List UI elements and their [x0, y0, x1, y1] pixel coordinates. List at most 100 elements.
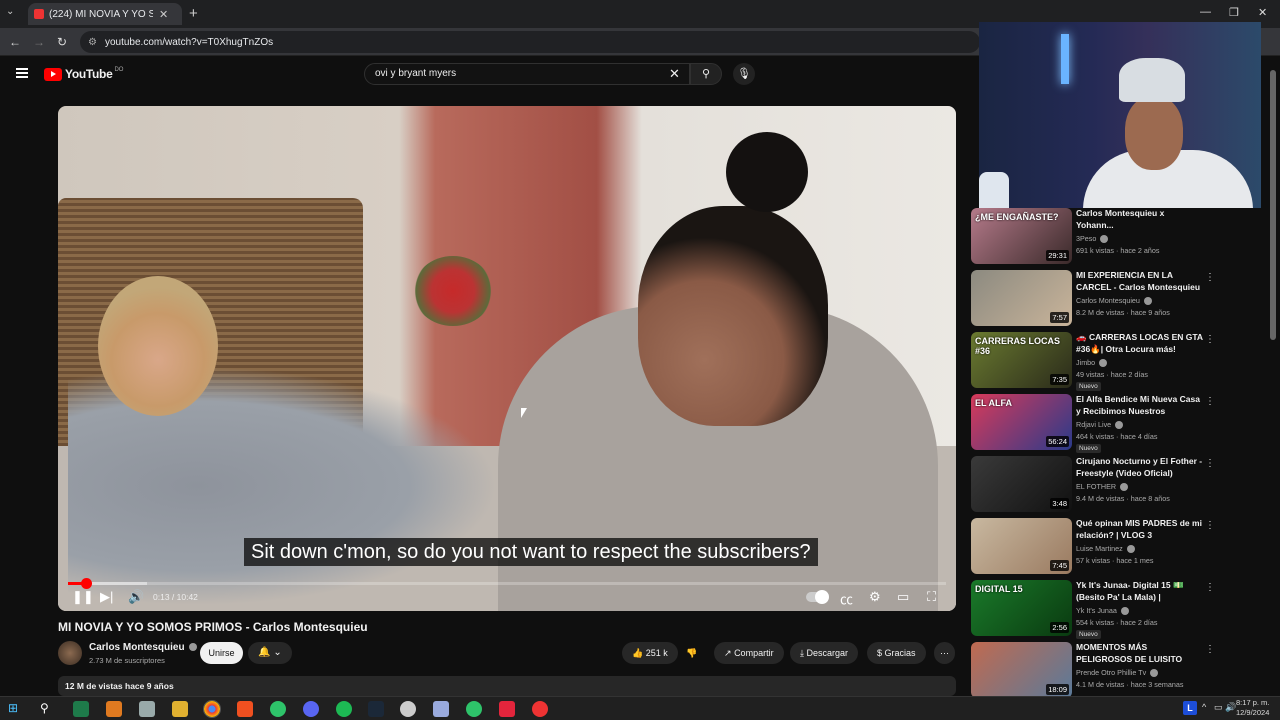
site-info-icon[interactable]: ⚙: [88, 37, 97, 48]
recommended-channel[interactable]: 3Peso: [1076, 234, 1109, 244]
window-close-icon[interactable]: ✕: [1258, 6, 1267, 19]
video-thumbnail[interactable]: 7:57: [971, 270, 1072, 326]
browser-tab[interactable]: (224) MI NOVIA Y YO SOMOS PRIMOS ✕: [28, 3, 182, 25]
next-icon[interactable]: ▶|: [100, 589, 113, 605]
recommended-video[interactable]: 18:09 MOMENTOS MÁS PELIGROSOS DE LUISITO …: [971, 642, 1221, 700]
speaker-icon[interactable]: 🔊: [1225, 702, 1236, 713]
download-button[interactable]: ⤓ Descargar: [790, 642, 859, 664]
video-player[interactable]: Sit down c'mon, so do you not want to re…: [58, 106, 956, 611]
pause-icon[interactable]: ❚❚: [72, 589, 94, 605]
recommended-channel[interactable]: Yk It's Junaa: [1076, 606, 1129, 616]
file-explorer-icon[interactable]: [172, 701, 188, 717]
recommended-video-title[interactable]: Qué opinan MIS PADRES de mi relación? | …: [1076, 518, 1204, 541]
like-button[interactable]: 👍 251 k: [622, 642, 678, 664]
recommended-video-title[interactable]: Carlos Montesquieu x Yohann...: [1076, 208, 1204, 231]
more-options-icon[interactable]: ⋮: [1205, 644, 1215, 655]
taskbar-app-icon[interactable]: [270, 701, 286, 717]
taskbar-app-icon[interactable]: [139, 701, 155, 717]
taskbar-app-icon[interactable]: [303, 701, 319, 717]
recommended-video-title[interactable]: Yk It's Junaa- Digital 15 💵 (Besito Pa' …: [1076, 580, 1204, 604]
channel-avatar[interactable]: [58, 641, 82, 665]
recommended-video-title[interactable]: MOMENTOS MÁS PELIGROSOS DE LUISITO COMUN…: [1076, 642, 1204, 666]
network-icon[interactable]: ▭: [1214, 702, 1223, 713]
search-button[interactable]: ⚲: [690, 63, 722, 85]
tab-close-icon[interactable]: ✕: [159, 8, 168, 21]
description-box[interactable]: 12 M de vistas hace 9 años: [58, 676, 956, 696]
recommended-video[interactable]: DIGITAL 15 2:56 Yk It's Junaa- Digital 15 …: [971, 580, 1221, 639]
theater-mode-icon[interactable]: ▭: [897, 589, 909, 605]
more-options-icon[interactable]: ⋮: [1205, 272, 1215, 283]
tray-chevron-icon[interactable]: ^: [1202, 702, 1206, 712]
windows-start-icon[interactable]: ⊞: [8, 701, 24, 717]
fullscreen-icon[interactable]: ⛶: [927, 589, 936, 605]
search-input[interactable]: ovi y bryant myers: [364, 63, 690, 85]
settings-icon[interactable]: ⚙: [869, 589, 881, 605]
taskbar-app-icon[interactable]: [532, 701, 548, 717]
taskbar-app-icon[interactable]: [499, 701, 515, 717]
url-field[interactable]: ⚙ youtube.com/watch?v=T0XhugTnZOs: [80, 31, 980, 53]
recommended-channel[interactable]: Carlos Montesquieu: [1076, 296, 1152, 306]
brave-icon[interactable]: [237, 701, 253, 717]
notifications-button[interactable]: 🔔 ⌄: [248, 642, 292, 664]
video-thumbnail[interactable]: 7:45: [971, 518, 1072, 574]
join-button[interactable]: Unirse: [200, 642, 243, 664]
recommended-video-title[interactable]: Cirujano Nocturno y El Fother - Freestyl…: [1076, 456, 1204, 479]
autoplay-toggle[interactable]: [806, 590, 829, 604]
taskbar-app-icon[interactable]: [433, 701, 449, 717]
more-options-icon[interactable]: ⋮: [1205, 520, 1215, 531]
recommended-channel[interactable]: Prende Otro Phillie Tv: [1076, 668, 1159, 678]
video-thumbnail[interactable]: DIGITAL 15 2:56: [971, 580, 1072, 636]
more-options-icon[interactable]: ⋮: [1205, 334, 1215, 345]
recommended-video[interactable]: EL ALFA 56:24 El Alfa Bendice Mi Nueva Cas…: [971, 394, 1221, 453]
youtube-logo[interactable]: YouTube DO: [44, 67, 123, 81]
recommended-channel[interactable]: Jimbo: [1076, 358, 1108, 368]
recommended-video[interactable]: 3:48 Cirujano Nocturno y El Fother - Free…: [971, 456, 1221, 514]
voice-search-button[interactable]: 🎙: [733, 63, 755, 85]
channel-name[interactable]: Carlos Montesquieu: [89, 642, 197, 653]
more-actions-button[interactable]: ⋯: [934, 642, 955, 664]
taskbar-app-icon[interactable]: [73, 701, 89, 717]
page-scrollbar[interactable]: [1270, 70, 1276, 340]
taskbar-app-icon[interactable]: [466, 701, 482, 717]
back-icon[interactable]: ←: [9, 35, 21, 49]
clear-search-icon[interactable]: ✕: [669, 66, 680, 82]
recommended-channel[interactable]: Rdjavi Live: [1076, 420, 1124, 430]
video-thumbnail[interactable]: 3:48: [971, 456, 1072, 512]
reload-icon[interactable]: ↻: [57, 35, 67, 49]
language-indicator[interactable]: L: [1183, 701, 1197, 715]
volume-icon[interactable]: 🔊: [128, 589, 144, 605]
thanks-button[interactable]: $ Gracias: [867, 642, 926, 664]
recommended-channel[interactable]: EL FOTHER: [1076, 482, 1129, 492]
video-thumbnail[interactable]: ¿ME ENGAÑASTE? 29:31: [971, 208, 1072, 264]
steam-icon[interactable]: [368, 701, 384, 717]
taskbar-app-icon[interactable]: [400, 701, 416, 717]
recommended-video-title[interactable]: 🚗 CARRERAS LOCAS EN GTA #36🔥| Otra Locur…: [1076, 332, 1204, 355]
restore-icon[interactable]: ❐: [1229, 6, 1239, 19]
video-thumbnail[interactable]: 18:09: [971, 642, 1072, 698]
recommended-video[interactable]: 7:57 MI EXPERIENCIA EN LA CARCEL - Carlos…: [971, 270, 1221, 328]
recommended-video[interactable]: CARRERAS LOCAS #36 7:35 🚗 CARRERAS LOCAS E…: [971, 332, 1221, 391]
spotify-icon[interactable]: [336, 701, 352, 717]
dislike-button[interactable]: 👎: [680, 642, 703, 664]
share-button[interactable]: ↗ Compartir: [714, 642, 784, 664]
recommended-video-title[interactable]: El Alfa Bendice Mi Nueva Casa y Recibimo…: [1076, 394, 1204, 418]
more-options-icon[interactable]: ⋮: [1205, 582, 1215, 593]
video-thumbnail[interactable]: CARRERAS LOCAS #36 7:35: [971, 332, 1072, 388]
video-thumbnail[interactable]: EL ALFA 56:24: [971, 394, 1072, 450]
taskbar-app-icon[interactable]: [106, 701, 122, 717]
recommended-video-title[interactable]: MI EXPERIENCIA EN LA CARCEL - Carlos Mon…: [1076, 270, 1204, 293]
tab-search-icon[interactable]: ⌄: [6, 6, 14, 17]
minimize-icon[interactable]: —: [1200, 6, 1211, 18]
taskbar-search-icon[interactable]: ⚲: [40, 701, 56, 717]
subtitles-icon[interactable]: ㏄: [840, 589, 853, 608]
menu-icon[interactable]: [16, 68, 28, 78]
new-tab-icon[interactable]: +: [189, 5, 198, 22]
forward-icon[interactable]: →: [33, 35, 45, 49]
recommended-channel[interactable]: Luise Martinez: [1076, 544, 1135, 554]
more-options-icon[interactable]: ⋮: [1205, 396, 1215, 407]
more-options-icon[interactable]: ⋮: [1205, 458, 1215, 469]
progress-bar[interactable]: [68, 578, 946, 589]
recommended-video[interactable]: 7:45 Qué opinan MIS PADRES de mi relación…: [971, 518, 1221, 576]
chrome-icon[interactable]: [203, 700, 221, 718]
recommended-video[interactable]: ¿ME ENGAÑASTE? 29:31 Carlos Montesquieu x …: [971, 208, 1221, 266]
